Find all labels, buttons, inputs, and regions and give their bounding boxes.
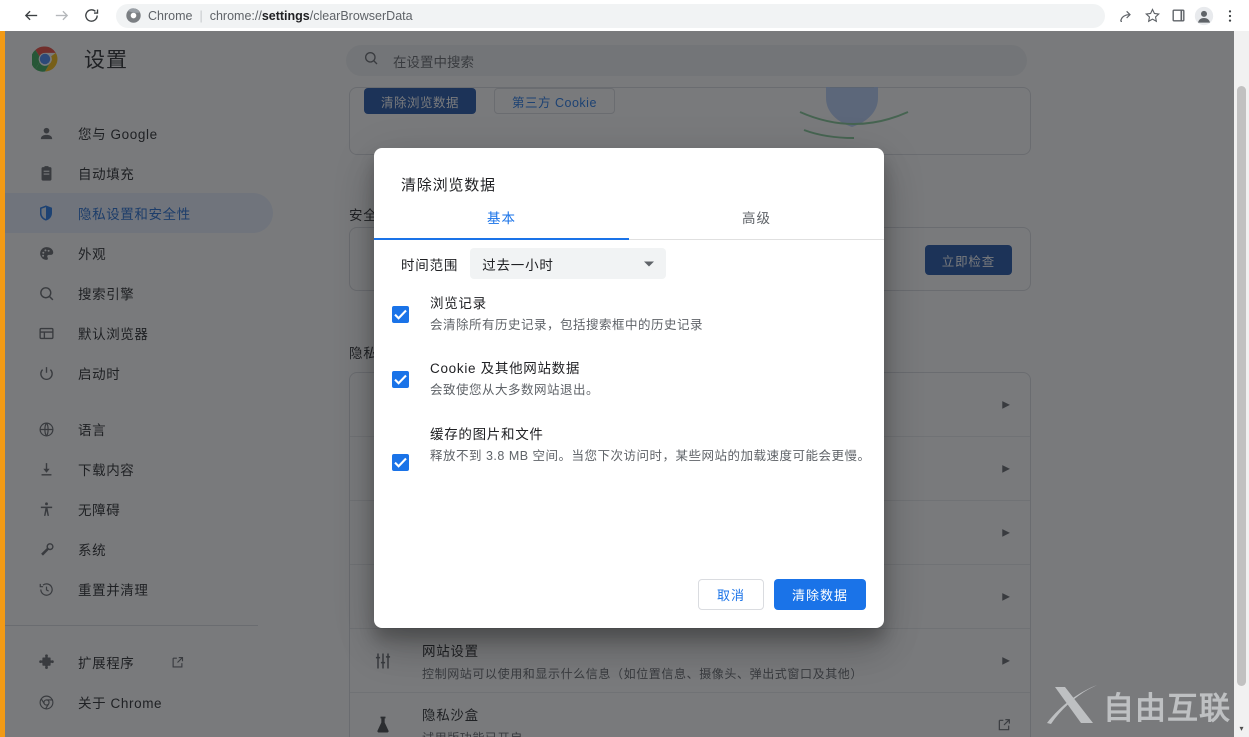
omnibox-url-prefix: chrome:// bbox=[209, 8, 262, 23]
share-icon[interactable] bbox=[1113, 3, 1139, 29]
option-subtitle: 释放不到 3.8 MB 空间。当您下次访问时，某些网站的加载速度可能会更慢。 bbox=[430, 448, 871, 463]
browser-toolbar: Chrome | chrome://settings/clearBrowserD… bbox=[0, 0, 1249, 31]
time-range-select[interactable]: 过去一小时 bbox=[470, 248, 667, 279]
dialog-tabs: 基本 高级 bbox=[374, 195, 884, 240]
side-panel-icon[interactable] bbox=[1165, 3, 1191, 29]
option-subtitle: 会清除所有历史记录，包括搜索框中的历史记录 bbox=[430, 318, 704, 332]
checkbox-browsing-history[interactable] bbox=[392, 306, 409, 323]
clear-browsing-data-dialog: 清除浏览数据 基本 高级 时间范围 过去一小时 浏览记录 会清除所有历史记录，包… bbox=[374, 148, 884, 628]
watermark: 自由互联 bbox=[1045, 679, 1231, 731]
option-title: Cookie 及其他网站数据 bbox=[430, 361, 581, 377]
bookmark-star-icon[interactable] bbox=[1139, 3, 1165, 29]
option-text: Cookie 及其他网站数据 会致使您从大多数网站退出。 bbox=[430, 357, 599, 400]
time-range-row: 时间范围 过去一小时 bbox=[401, 248, 667, 279]
option-cookies-and-site-data[interactable]: Cookie 及其他网站数据 会致使您从大多数网站退出。 bbox=[392, 357, 866, 400]
tab-basic[interactable]: 基本 bbox=[374, 195, 629, 240]
cancel-button[interactable]: 取消 bbox=[697, 579, 764, 610]
scrollbar-down-arrow[interactable]: ▾ bbox=[1234, 721, 1249, 735]
option-text: 缓存的图片和文件 释放不到 3.8 MB 空间。当您下次访问时，某些网站的加载速… bbox=[430, 423, 874, 471]
time-range-value: 过去一小时 bbox=[482, 257, 554, 273]
omnibox-url: chrome://settings/clearBrowserData bbox=[210, 9, 413, 23]
watermark-text: 自由互联 bbox=[1103, 690, 1231, 727]
dialog-title: 清除浏览数据 bbox=[401, 177, 496, 194]
three-dot-menu-icon[interactable] bbox=[1217, 3, 1243, 29]
clear-data-button[interactable]: 清除数据 bbox=[773, 579, 866, 610]
chrome-logo-icon bbox=[126, 8, 141, 23]
vertical-scrollbar[interactable]: ▾ bbox=[1234, 31, 1249, 737]
forward-arrow-icon[interactable] bbox=[46, 1, 76, 31]
back-arrow-icon[interactable] bbox=[16, 1, 46, 31]
tab-advanced-label: 高级 bbox=[742, 211, 771, 226]
tab-basic-label: 基本 bbox=[487, 211, 516, 226]
omnibox-url-suffix: /clearBrowserData bbox=[309, 8, 413, 23]
window-edge-strip bbox=[0, 31, 5, 737]
scrollbar-thumb[interactable] bbox=[1237, 86, 1246, 686]
profile-avatar-icon[interactable] bbox=[1191, 3, 1217, 29]
reload-icon[interactable] bbox=[76, 1, 106, 31]
option-subtitle: 会致使您从大多数网站退出。 bbox=[430, 383, 600, 398]
option-title: 缓存的图片和文件 bbox=[430, 426, 544, 442]
checkbox-cached-images-and-files[interactable] bbox=[392, 453, 409, 471]
checkbox-cookies-and-site-data[interactable] bbox=[392, 371, 409, 389]
dialog-footer: 取消 清除数据 bbox=[697, 579, 866, 610]
option-cached-images-and-files[interactable]: 缓存的图片和文件 释放不到 3.8 MB 空间。当您下次访问时，某些网站的加载速… bbox=[392, 423, 870, 471]
clear-options-list: 浏览记录 会清除所有历史记录，包括搜索框中的历史记录 Cookie 及其他网站数… bbox=[392, 292, 870, 493]
omnibox-site-label: Chrome bbox=[148, 8, 193, 23]
tab-advanced[interactable]: 高级 bbox=[629, 195, 884, 239]
screenshot-root: 设置 在设置中搜索 您与 Google bbox=[0, 0, 1249, 737]
omnibox-separator: | bbox=[199, 8, 203, 23]
time-range-label: 时间范围 bbox=[401, 257, 459, 273]
option-text: 浏览记录 会清除所有历史记录，包括搜索框中的历史记录 bbox=[430, 292, 703, 335]
option-title: 浏览记录 bbox=[430, 296, 487, 311]
x-logo-icon bbox=[1045, 683, 1099, 727]
address-bar[interactable]: Chrome | chrome://settings/clearBrowserD… bbox=[116, 3, 1105, 28]
option-browsing-history[interactable]: 浏览记录 会清除所有历史记录，包括搜索框中的历史记录 bbox=[392, 292, 866, 335]
omnibox-url-bold: settings bbox=[261, 8, 310, 23]
chevron-down-icon bbox=[644, 261, 655, 266]
